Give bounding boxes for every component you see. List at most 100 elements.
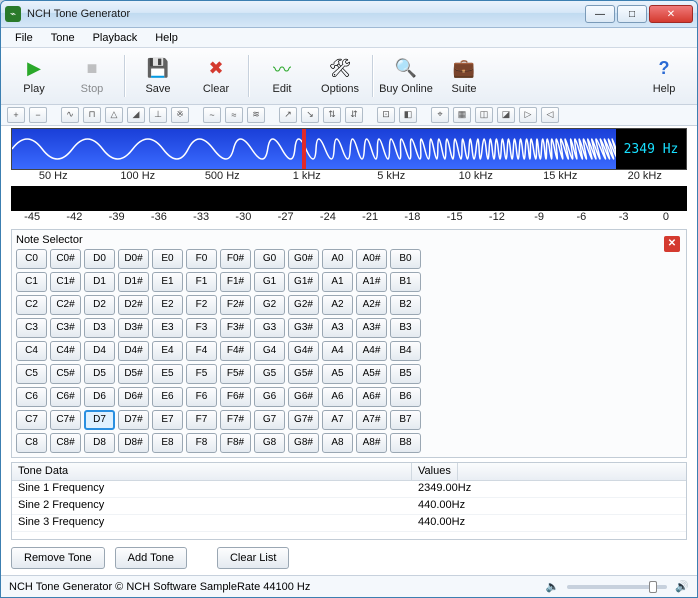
note-c6sharp[interactable]: C6# (50, 387, 81, 407)
note-g2sharp[interactable]: G2# (288, 295, 319, 315)
note-f4[interactable]: F4 (186, 341, 217, 361)
buy-online-button[interactable]: 🔍Buy Online (377, 50, 435, 102)
note-b3[interactable]: B3 (390, 318, 421, 338)
add-tone-button[interactable]: Add Tone (115, 547, 187, 569)
note-g6sharp[interactable]: G6# (288, 387, 319, 407)
note-a5sharp[interactable]: A5# (356, 364, 387, 384)
tool-5-button[interactable]: ◫ (475, 107, 493, 123)
note-a2[interactable]: A2 (322, 295, 353, 315)
sweep-2-button[interactable]: ↘ (301, 107, 319, 123)
tool-8-button[interactable]: ◁ (541, 107, 559, 123)
note-f5sharp[interactable]: F5# (220, 364, 251, 384)
note-d2[interactable]: D2 (84, 295, 115, 315)
note-a4[interactable]: A4 (322, 341, 353, 361)
note-c8[interactable]: C8 (16, 433, 47, 453)
note-a1[interactable]: A1 (322, 272, 353, 292)
note-g4[interactable]: G4 (254, 341, 285, 361)
note-a8sharp[interactable]: A8# (356, 433, 387, 453)
note-a3sharp[interactable]: A3# (356, 318, 387, 338)
menu-file[interactable]: File (7, 30, 41, 46)
note-f7[interactable]: F7 (186, 410, 217, 430)
wave-impulse-button[interactable]: ⊥ (149, 107, 167, 123)
note-d1sharp[interactable]: D1# (118, 272, 149, 292)
note-b8[interactable]: B8 (390, 433, 421, 453)
frequency-marker[interactable] (302, 129, 306, 169)
tool-7-button[interactable]: ▷ (519, 107, 537, 123)
note-e6[interactable]: E6 (152, 387, 183, 407)
note-f8[interactable]: F8 (186, 433, 217, 453)
note-a8[interactable]: A8 (322, 433, 353, 453)
note-c1sharp[interactable]: C1# (50, 272, 81, 292)
note-c4[interactable]: C4 (16, 341, 47, 361)
suite-button[interactable]: 💼Suite (435, 50, 493, 102)
volume-slider[interactable] (567, 585, 667, 589)
note-g1sharp[interactable]: G1# (288, 272, 319, 292)
table-row[interactable]: Sine 2 Frequency440.00Hz (12, 498, 686, 515)
note-c5[interactable]: C5 (16, 364, 47, 384)
note-a2sharp[interactable]: A2# (356, 295, 387, 315)
note-f4sharp[interactable]: F4# (220, 341, 251, 361)
volume-down-icon[interactable]: 🔈 (546, 580, 560, 593)
note-g8sharp[interactable]: G8# (288, 433, 319, 453)
sweep-1-button[interactable]: ↗ (279, 107, 297, 123)
note-d3sharp[interactable]: D3# (118, 318, 149, 338)
note-f0sharp[interactable]: F0# (220, 249, 251, 269)
note-f7sharp[interactable]: F7# (220, 410, 251, 430)
wave-noise-button[interactable]: ※ (171, 107, 189, 123)
wave-sine-button[interactable]: ∿ (61, 107, 79, 123)
save-button[interactable]: 💾Save (129, 50, 187, 102)
note-d6sharp[interactable]: D6# (118, 387, 149, 407)
note-d1[interactable]: D1 (84, 272, 115, 292)
tool-6-button[interactable]: ◪ (497, 107, 515, 123)
options-button[interactable]: 🛠Options (311, 50, 369, 102)
tool-3-button[interactable]: ⌖ (431, 107, 449, 123)
sweep-3-button[interactable]: ⇅ (323, 107, 341, 123)
tool-4-button[interactable]: ▦ (453, 107, 471, 123)
note-b4[interactable]: B4 (390, 341, 421, 361)
remove-tone-button[interactable]: Remove Tone (11, 547, 105, 569)
note-d5sharp[interactable]: D5# (118, 364, 149, 384)
sub-add-button[interactable]: + (7, 107, 25, 123)
table-row[interactable]: Sine 3 Frequency440.00Hz (12, 515, 686, 532)
note-e7[interactable]: E7 (152, 410, 183, 430)
note-c0[interactable]: C0 (16, 249, 47, 269)
note-a5[interactable]: A5 (322, 364, 353, 384)
note-c2[interactable]: C2 (16, 295, 47, 315)
note-e4[interactable]: E4 (152, 341, 183, 361)
note-c5sharp[interactable]: C5# (50, 364, 81, 384)
note-f6sharp[interactable]: F6# (220, 387, 251, 407)
clear-list-button[interactable]: Clear List (217, 547, 289, 569)
note-f2[interactable]: F2 (186, 295, 217, 315)
note-d7sharp[interactable]: D7# (118, 410, 149, 430)
note-f1sharp[interactable]: F1# (220, 272, 251, 292)
stop-button[interactable]: ■Stop (63, 50, 121, 102)
tool-2-button[interactable]: ◧ (399, 107, 417, 123)
note-f0[interactable]: F0 (186, 249, 217, 269)
wave-tri-button[interactable]: △ (105, 107, 123, 123)
note-f8sharp[interactable]: F8# (220, 433, 251, 453)
note-c4sharp[interactable]: C4# (50, 341, 81, 361)
menu-playback[interactable]: Playback (85, 30, 146, 46)
note-d5[interactable]: D5 (84, 364, 115, 384)
minimize-button[interactable]: — (585, 5, 615, 23)
note-g2[interactable]: G2 (254, 295, 285, 315)
tool-1-button[interactable]: ⊡ (377, 107, 395, 123)
note-a0[interactable]: A0 (322, 249, 353, 269)
table-row[interactable]: Sine 1 Frequency2349.00Hz (12, 481, 686, 498)
filter-3-button[interactable]: ≋ (247, 107, 265, 123)
volume-thumb[interactable] (649, 581, 657, 593)
note-d8sharp[interactable]: D8# (118, 433, 149, 453)
help-button[interactable]: ?Help (635, 50, 693, 102)
note-d4sharp[interactable]: D4# (118, 341, 149, 361)
filter-1-button[interactable]: ~ (203, 107, 221, 123)
note-a1sharp[interactable]: A1# (356, 272, 387, 292)
note-d8[interactable]: D8 (84, 433, 115, 453)
note-c3sharp[interactable]: C3# (50, 318, 81, 338)
note-c7[interactable]: C7 (16, 410, 47, 430)
note-e0[interactable]: E0 (152, 249, 183, 269)
note-f3sharp[interactable]: F3# (220, 318, 251, 338)
note-g0sharp[interactable]: G0# (288, 249, 319, 269)
note-c8sharp[interactable]: C8# (50, 433, 81, 453)
note-g6[interactable]: G6 (254, 387, 285, 407)
menu-help[interactable]: Help (147, 30, 186, 46)
